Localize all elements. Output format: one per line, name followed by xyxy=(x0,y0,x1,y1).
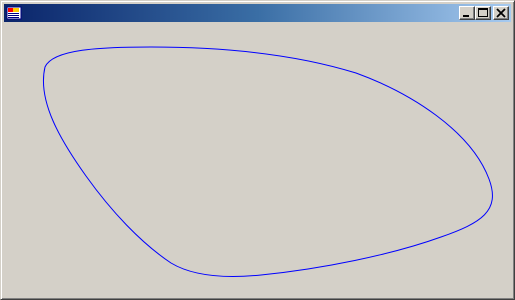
app-window xyxy=(0,0,515,300)
drawing-canvas xyxy=(43,46,493,277)
client-area[interactable] xyxy=(4,23,511,296)
closed-curve xyxy=(43,46,493,277)
